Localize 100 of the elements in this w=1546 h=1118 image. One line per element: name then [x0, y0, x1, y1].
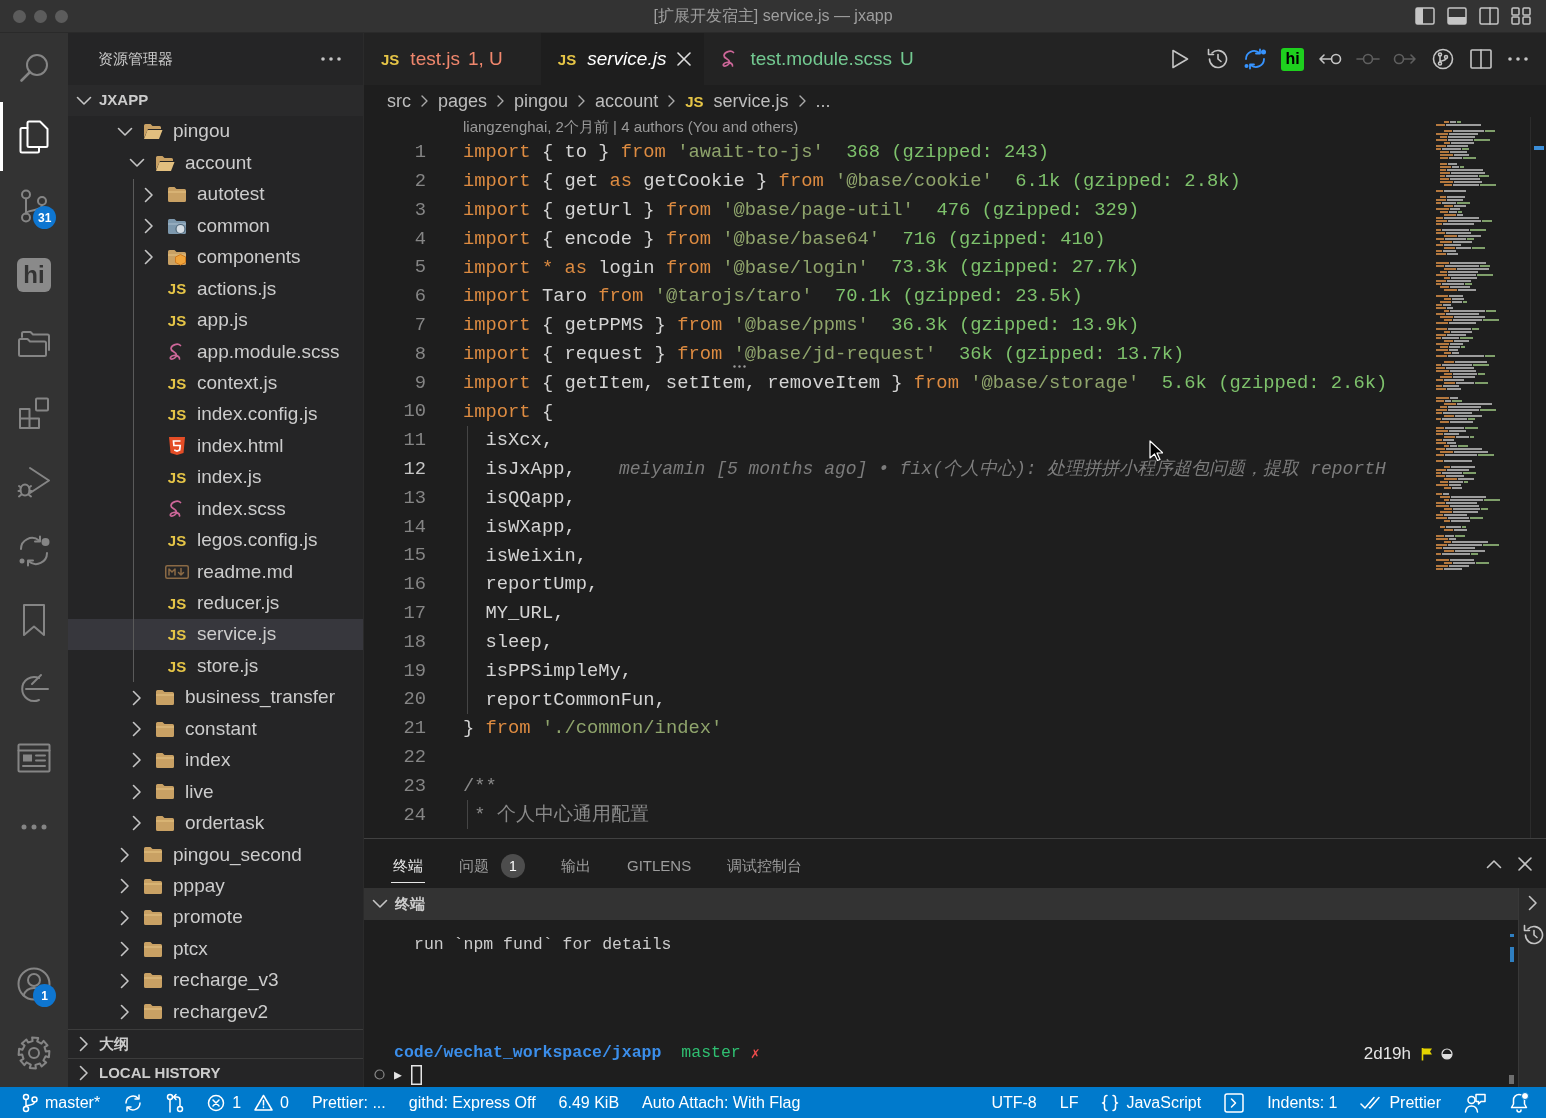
sidebar-toggle-icon[interactable] — [1415, 7, 1435, 25]
tree-item[interactable]: JS reducer.js — [68, 587, 363, 619]
secondary-sidebar-icon[interactable] — [1479, 7, 1499, 25]
chevron-up-icon[interactable] — [1486, 858, 1502, 869]
status-item[interactable]: master* — [22, 1092, 101, 1113]
tree-item[interactable]: JS store.js — [68, 650, 363, 682]
status-item[interactable]: LF — [1059, 1094, 1079, 1111]
breadcrumb[interactable]: account — [595, 87, 659, 115]
tree-item[interactable]: JS legos.config.js — [68, 524, 363, 557]
terminal-icon[interactable] — [1224, 1092, 1245, 1113]
run-icon[interactable] — [1170, 49, 1189, 69]
code-line: isXcx, — [484, 430, 554, 451]
status-item[interactable]: Indents: 1 — [1267, 1094, 1338, 1111]
code-line: isWeixin, — [484, 545, 587, 566]
tree-item[interactable]: app.module.scss — [68, 336, 363, 368]
breadcrumb[interactable]: JS service.js — [685, 87, 789, 115]
layout-icon[interactable] — [1511, 7, 1531, 25]
history-icon[interactable] — [1521, 924, 1544, 946]
tree-item[interactable]: index — [68, 744, 363, 777]
tree-item[interactable]: JS index.config.js — [68, 398, 363, 431]
tree-item[interactable]: pppay — [68, 870, 363, 902]
line-number: 12 — [402, 457, 426, 483]
tree-item[interactable]: JS actions.js — [68, 273, 363, 305]
panel-tab[interactable]: 终端 — [391, 844, 425, 883]
tree-item[interactable]: readme.md — [68, 556, 363, 588]
tree-item[interactable]: common — [68, 210, 363, 242]
bookmark-icon[interactable] — [22, 602, 46, 637]
tree-item[interactable]: JS app.js — [68, 304, 363, 337]
tree-item[interactable]: live — [68, 776, 363, 808]
section-header[interactable]: JXAPP — [68, 85, 363, 116]
run-debug-icon[interactable] — [17, 464, 51, 499]
tree-item[interactable]: recharge_v3 — [68, 964, 363, 997]
status-item[interactable]: 1 0 — [207, 1093, 289, 1112]
close-icon[interactable] — [1518, 856, 1532, 871]
sync-arrows-icon[interactable] — [17, 533, 51, 568]
status-item[interactable]: Prettier: ... — [311, 1094, 386, 1111]
window-icon[interactable] — [17, 742, 51, 773]
tree-item[interactable]: index.html — [68, 430, 363, 462]
section-header[interactable]: 终端 — [364, 888, 1518, 920]
folders-icon[interactable] — [17, 329, 51, 358]
sync-arrows-icon[interactable] — [1243, 48, 1268, 70]
split-editor-icon[interactable] — [1469, 49, 1492, 69]
status-item[interactable]: UTF-8 — [991, 1094, 1037, 1111]
status-item[interactable]: Prettier — [1360, 1094, 1441, 1111]
status-item[interactable]: JavaScript — [1101, 1093, 1202, 1112]
more-icon[interactable] — [321, 57, 341, 61]
hi-logo[interactable]: hi — [17, 257, 51, 292]
tree-item[interactable]: promote — [68, 901, 363, 934]
tree-item[interactable]: JS index.js — [68, 461, 363, 494]
close-icon[interactable] — [677, 52, 692, 66]
status-item[interactable]: Auto Attach: With Flag — [642, 1094, 801, 1111]
tree-item[interactable]: pingou — [68, 116, 363, 148]
panel-tab[interactable]: 输出 — [559, 844, 593, 883]
import-size: 73.3k (gzipped: 27.7k) — [891, 255, 1140, 281]
html5-icon — [168, 436, 186, 457]
pull-request-icon[interactable] — [166, 1092, 185, 1113]
feedback-icon[interactable] — [1464, 1092, 1486, 1113]
tree-item[interactable]: rechargev2 — [68, 996, 363, 1028]
status-item[interactable]: githd: Express Off — [408, 1094, 536, 1111]
tree-item[interactable]: JS context.js — [68, 367, 363, 399]
search-icon[interactable] — [19, 52, 49, 83]
tree-item[interactable]: constant — [68, 713, 363, 745]
chevron-right-icon[interactable] — [1527, 895, 1538, 911]
extensions-icon[interactable] — [18, 396, 50, 429]
breadcrumb[interactable]: ... — [815, 87, 831, 115]
code-line: isJxApp, — [484, 459, 576, 480]
tree-item[interactable]: ordertask — [68, 807, 363, 840]
tree-item[interactable]: index.scss — [68, 493, 363, 525]
tree-item[interactable]: autotest — [68, 178, 363, 211]
section-header[interactable]: 大纲 — [68, 1029, 363, 1058]
panel-tab[interactable]: GITLENS — [625, 844, 694, 883]
line-number: 21 — [402, 716, 426, 742]
tree-item[interactable]: JS service.js — [68, 619, 363, 651]
tree-item[interactable]: ptcx — [68, 933, 363, 965]
terminal-output: run `npm fund` for details — [413, 934, 673, 956]
panel-tab[interactable]: 问题 1 — [457, 844, 527, 883]
tree-item[interactable]: pingou_second — [68, 839, 363, 871]
breadcrumb[interactable]: src — [387, 87, 411, 115]
panel-tab[interactable]: 调试控制台 — [725, 844, 805, 883]
breadcrumb[interactable]: pingou — [514, 87, 569, 115]
tree-item[interactable]: business_transfer — [68, 681, 363, 714]
more-icon[interactable] — [1508, 57, 1529, 61]
sync-icon[interactable] — [123, 1093, 144, 1112]
history-icon[interactable] — [1206, 48, 1229, 70]
count-badge: 1 — [33, 984, 56, 1007]
branch-circle-icon[interactable] — [1432, 48, 1454, 70]
editor-tab[interactable]: JS service.js — [540, 33, 705, 85]
hi-logo[interactable]: hi — [1281, 47, 1305, 71]
panel-toggle-icon[interactable] — [1447, 7, 1467, 25]
elapsed-time: 2d19h — [1363, 1042, 1411, 1065]
status-item[interactable]: 6.49 KiB — [558, 1094, 620, 1111]
account-icon[interactable] — [17, 966, 51, 1001]
code-line: isPPSimpleMy, — [484, 660, 633, 681]
files-icon[interactable] — [19, 119, 49, 154]
tree-item[interactable]: account — [68, 147, 363, 179]
settings-icon[interactable] — [17, 1035, 51, 1070]
line-number: 6 — [413, 284, 426, 310]
tree-item[interactable]: components — [68, 241, 363, 274]
breadcrumb[interactable]: pages — [438, 87, 488, 115]
bell-icon[interactable] — [1509, 1092, 1530, 1113]
